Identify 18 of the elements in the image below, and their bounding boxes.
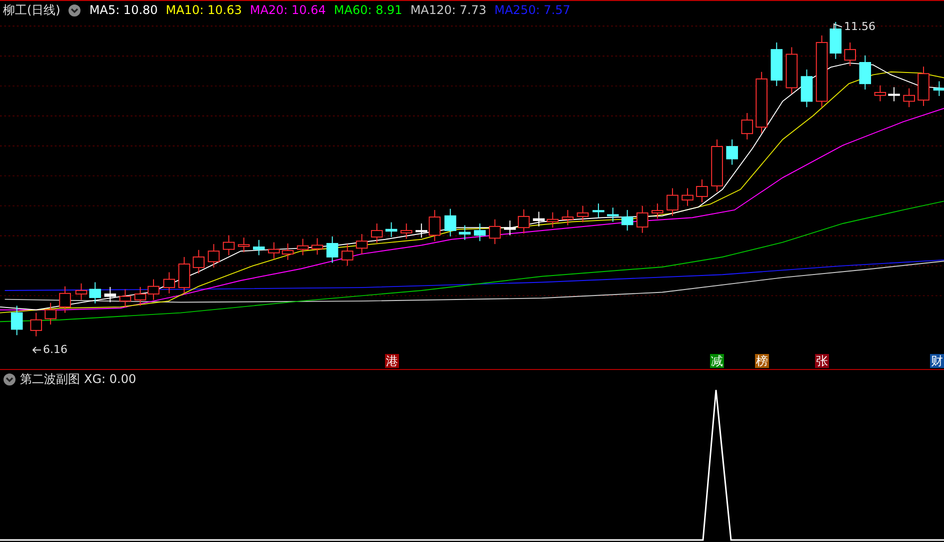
moving-average-value: MA20: 10.64 [250,3,326,17]
price-label: 11.56 [844,20,876,33]
event-tag[interactable]: 港 [385,354,399,368]
stock-title: 柳工(日线) [3,2,60,18]
dropdown-icon[interactable] [68,4,82,16]
event-tag[interactable]: 减 [710,354,724,368]
dropdown-icon[interactable] [3,372,16,386]
moving-average-value: MA5: 10.80 [89,3,158,17]
event-tag[interactable]: 财 [930,354,944,368]
moving-average-value: MA60: 8.91 [334,3,402,17]
moving-average-value: MA120: 7.73 [410,3,486,17]
indicator-title: 第二波副图 [20,370,80,388]
event-tag[interactable]: 张 [815,354,829,368]
moving-average-value: MA250: 7.57 [494,3,570,17]
event-tag[interactable]: 榜 [755,354,769,368]
indicator-value: XG: 0.00 [84,372,136,386]
price-label: 6.16 [43,343,68,356]
moving-average-value: MA10: 10.63 [166,3,242,17]
